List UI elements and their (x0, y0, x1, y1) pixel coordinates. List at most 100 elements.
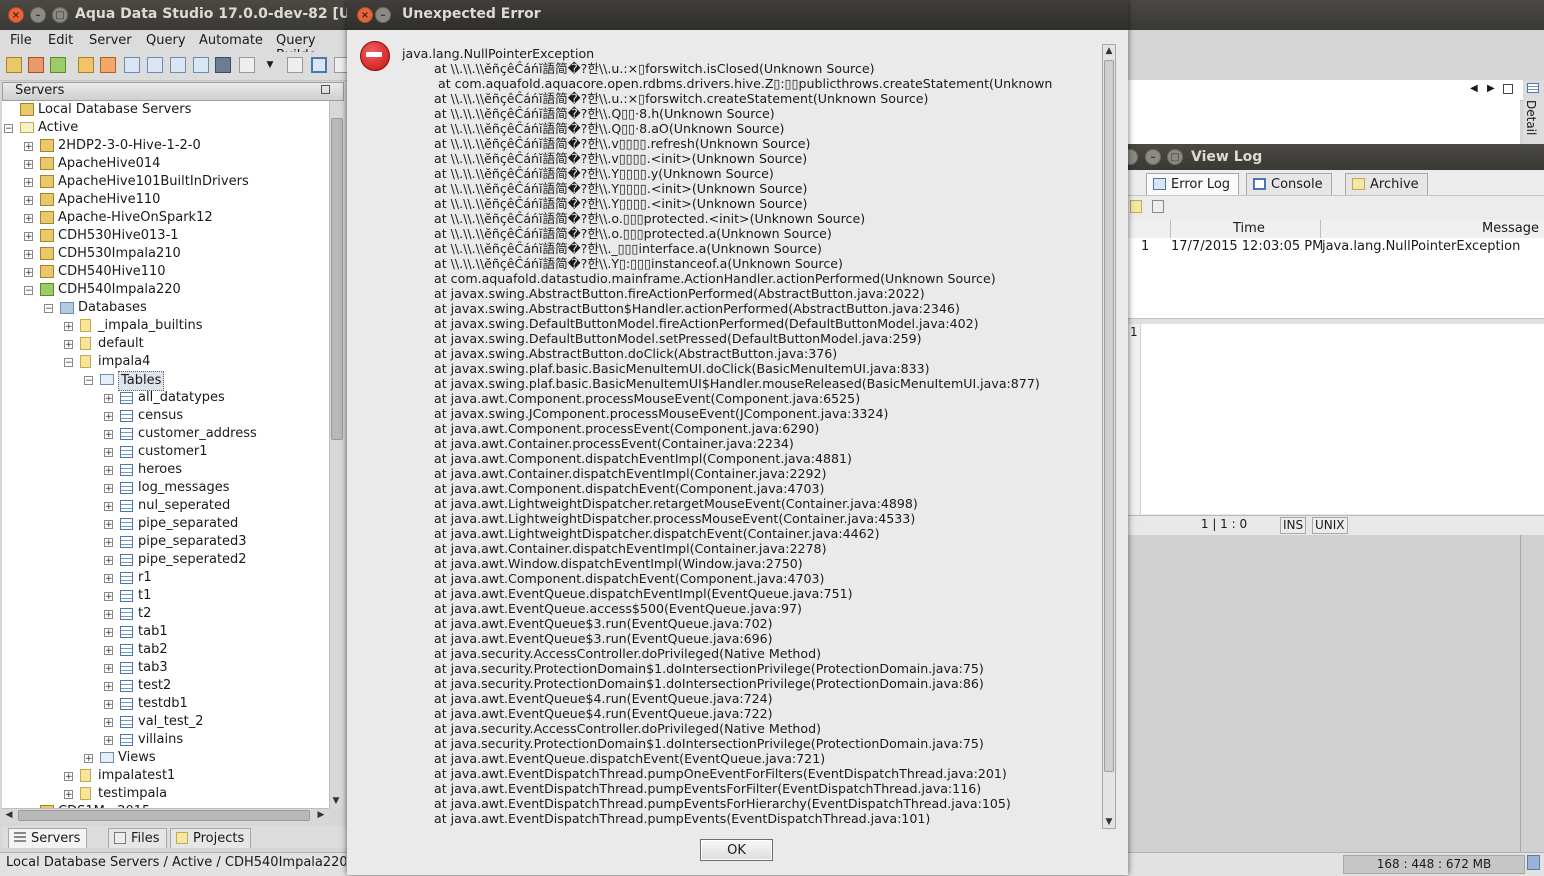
expand-icon[interactable]: + (104, 610, 113, 620)
tree-item[interactable]: + Apache-HiveOnSpark12 (2, 209, 329, 227)
tab-projects[interactable]: Projects (170, 828, 252, 848)
tree-item[interactable]: + t2 (2, 605, 329, 623)
maximize-window-button[interactable]: □ (52, 7, 68, 23)
menu-edit[interactable]: Edit (48, 33, 73, 48)
query-builder-icon[interactable] (170, 57, 186, 73)
expand-icon[interactable]: + (104, 394, 113, 404)
new-server-icon[interactable] (6, 57, 22, 73)
tools-icon[interactable] (100, 57, 116, 73)
tree-item[interactable]: + CDH530Hive013-1 (2, 227, 329, 245)
expand-icon[interactable]: + (24, 178, 33, 188)
expand-icon[interactable]: + (24, 268, 33, 278)
tree-item[interactable]: + CDH530Impala210 (2, 245, 329, 263)
collapse-icon[interactable]: − (44, 304, 53, 314)
scroll-right-arrow-icon[interactable]: ▶ (315, 809, 327, 821)
scroll-up-arrow-icon[interactable]: ▲ (1103, 45, 1115, 57)
collapse-icon[interactable]: − (24, 286, 33, 296)
tree-item[interactable]: + test2 (2, 677, 329, 695)
tree-item[interactable]: + testimpala (2, 785, 329, 803)
column-header-time[interactable]: Time (1233, 221, 1265, 236)
expand-icon[interactable]: + (24, 196, 33, 206)
expand-icon[interactable]: + (104, 628, 113, 638)
tree-item[interactable]: + impalatest1 (2, 767, 329, 785)
tree-item[interactable]: +2HDP2-3-0-Hive-1-2-0 (2, 137, 329, 155)
page-icon[interactable] (287, 57, 303, 73)
tree-item[interactable]: + census (2, 407, 329, 425)
menu-server[interactable]: Server (89, 33, 132, 48)
expand-icon[interactable]: + (104, 592, 113, 602)
stack-trace-scroll-thumb[interactable] (1104, 60, 1114, 772)
menu-automate[interactable]: Automate (199, 33, 263, 48)
expand-icon[interactable]: + (104, 520, 113, 530)
expand-icon[interactable]: + (104, 502, 113, 512)
expand-icon[interactable]: + (24, 142, 33, 152)
scroll-left-arrow-icon[interactable]: ◀ (3, 809, 15, 821)
tree-item[interactable]: + r1 (2, 569, 329, 587)
tree-item[interactable]: + ApacheHive110 (2, 191, 329, 209)
save-icon[interactable] (215, 57, 231, 73)
tab-error-log[interactable]: Error Log (1146, 173, 1240, 196)
tree-item[interactable]: − Active (2, 119, 329, 137)
tree-item[interactable]: + customer1 (2, 443, 329, 461)
expand-icon[interactable]: + (104, 664, 113, 674)
stack-trace-text[interactable]: java.lang.NullPointerException at \\.\\.… (402, 46, 1102, 830)
memory-indicator[interactable]: 168 : 448 : 672 MB (1343, 855, 1525, 874)
tree-item[interactable]: + Views (2, 749, 329, 767)
tree-item[interactable]: + CDH540Hive110 (2, 263, 329, 281)
view-log-maximize-button[interactable]: □ (1167, 149, 1183, 165)
copy-log-icon[interactable] (1152, 200, 1164, 213)
expand-icon[interactable]: + (64, 340, 73, 350)
connect-icon[interactable] (50, 57, 66, 73)
ok-button[interactable]: OK (700, 839, 773, 861)
collapse-icon[interactable]: − (4, 124, 13, 134)
tree-item[interactable]: + log_messages (2, 479, 329, 497)
expand-icon[interactable]: + (104, 556, 113, 566)
tab-prev-arrow-icon[interactable]: ◀ (1470, 83, 1478, 94)
tree-hscroll-thumb[interactable] (18, 810, 310, 821)
query-window-icon[interactable] (124, 57, 140, 73)
grid-view-icon[interactable] (311, 57, 327, 73)
expand-icon[interactable]: + (104, 682, 113, 692)
minimize-window-button[interactable]: – (30, 7, 46, 23)
panel-restore-icon[interactable] (321, 85, 330, 94)
expand-icon[interactable]: + (104, 700, 113, 710)
expand-icon[interactable]: + (104, 466, 113, 476)
expand-icon[interactable]: + (104, 538, 113, 548)
tree-item[interactable]: + val_test_2 (2, 713, 329, 731)
tree-item[interactable]: + nul_seperated (2, 497, 329, 515)
tree-item[interactable]: + t1 (2, 587, 329, 605)
expand-icon[interactable]: + (24, 250, 33, 260)
tree-item[interactable]: + ApacheHive101BuiltInDrivers (2, 173, 329, 191)
tree-item[interactable]: − Databases (2, 299, 329, 317)
expand-icon[interactable]: + (24, 214, 33, 224)
tree-item[interactable]: + tab1 (2, 623, 329, 641)
view-log-minimize-button[interactable]: – (1145, 149, 1161, 165)
expand-icon[interactable]: + (104, 430, 113, 440)
tree-item[interactable]: + customer_address (2, 425, 329, 443)
expand-icon[interactable]: + (104, 646, 113, 656)
tree-item[interactable]: + pipe_separated3 (2, 533, 329, 551)
clear-log-icon[interactable] (1130, 200, 1142, 213)
menu-query[interactable]: Query (146, 33, 186, 48)
tree-item[interactable]: + pipe_seperated2 (2, 551, 329, 569)
wand-icon[interactable] (78, 57, 94, 73)
tree-item[interactable]: + default (2, 335, 329, 353)
expand-icon[interactable]: + (104, 718, 113, 728)
tree-item[interactable]: + all_datatypes (2, 389, 329, 407)
tree-item[interactable]: + heroes (2, 461, 329, 479)
expand-icon[interactable]: + (104, 736, 113, 746)
table-row[interactable]: 1 17/7/2015 12:03:05 PM java.lang.NullPo… (1128, 238, 1544, 255)
expand-icon[interactable]: + (104, 574, 113, 584)
expand-icon[interactable]: + (104, 484, 113, 494)
tree-item[interactable]: − impala4 (2, 353, 329, 371)
expand-icon[interactable]: + (64, 322, 73, 332)
tree-item[interactable]: + pipe_separated (2, 515, 329, 533)
tab-files[interactable]: Files (108, 828, 167, 848)
expand-icon[interactable]: + (84, 754, 93, 764)
dialog-close-button[interactable]: × (357, 7, 373, 23)
tab-next-arrow-icon[interactable]: ▶ (1487, 83, 1495, 94)
menu-file[interactable]: File (10, 33, 32, 48)
tree-item[interactable]: + _impala_builtins (2, 317, 329, 335)
expand-icon[interactable]: + (64, 772, 73, 782)
expand-icon[interactable]: + (104, 448, 113, 458)
